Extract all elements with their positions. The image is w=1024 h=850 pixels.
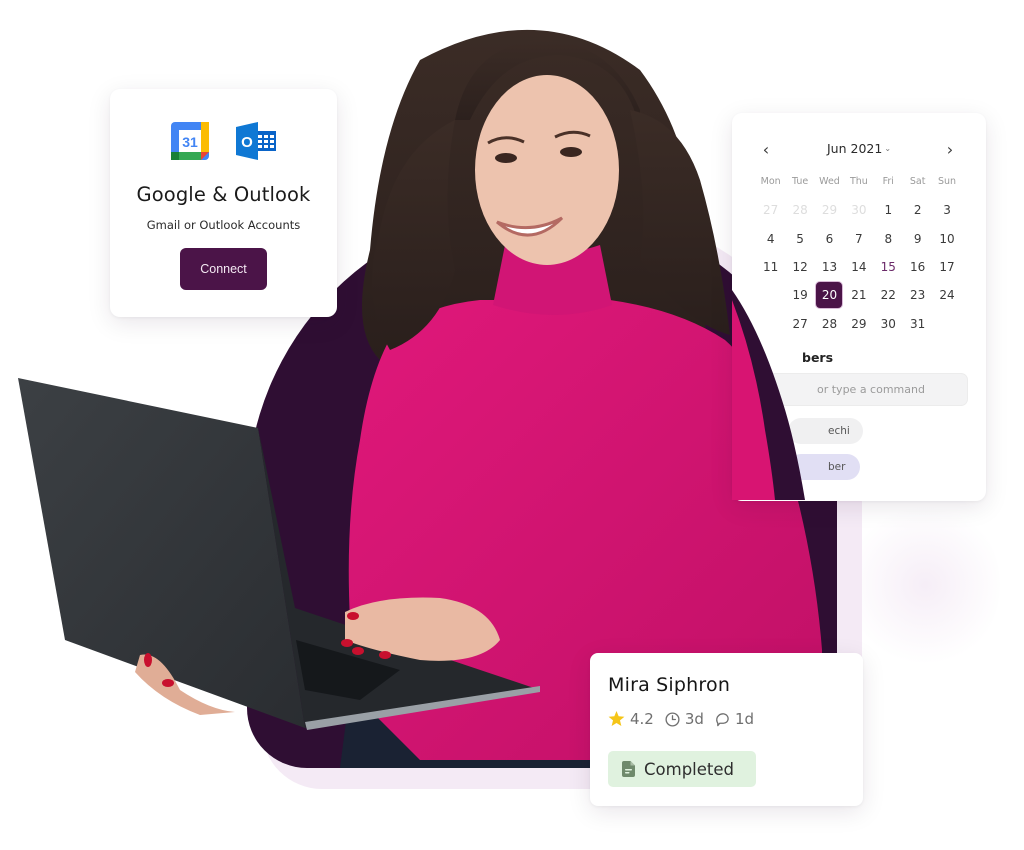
chevron-right-icon[interactable]: › bbox=[940, 139, 960, 159]
calendar-day[interactable]: 28 bbox=[815, 310, 844, 338]
chevron-down-icon: ⌄ bbox=[884, 144, 892, 153]
calendar-day[interactable]: 16 bbox=[903, 253, 932, 281]
left-hand bbox=[135, 654, 235, 715]
calendar-day[interactable]: 12 bbox=[785, 253, 814, 281]
calendar-days-grid: 2728293012345678910111213141516171819202… bbox=[756, 196, 962, 338]
calendar-day[interactable]: 3 bbox=[932, 196, 961, 224]
calendar-day[interactable]: 6 bbox=[815, 224, 844, 252]
calendar-day[interactable]: 23 bbox=[903, 281, 932, 309]
google-calendar-icon: 31 bbox=[171, 122, 209, 160]
calendar-day[interactable]: 14 bbox=[844, 253, 873, 281]
outlook-icon: O bbox=[236, 122, 276, 160]
calendar-day[interactable]: 5 bbox=[785, 224, 814, 252]
card-subtitle: Gmail or Outlook Accounts bbox=[146, 218, 301, 232]
star-icon bbox=[608, 711, 625, 727]
members-search-input[interactable]: or type a command bbox=[760, 373, 968, 406]
chat-icon bbox=[716, 712, 729, 726]
rating-stat: 4.2 bbox=[608, 710, 654, 728]
calendar-day[interactable]: 22 bbox=[874, 281, 903, 309]
weekday-label: Wed bbox=[819, 176, 840, 187]
calendar-day[interactable]: 15 bbox=[874, 253, 903, 281]
calendar-day[interactable]: 7 bbox=[844, 224, 873, 252]
calendar-day[interactable]: 30 bbox=[844, 196, 873, 224]
rating-value: 4.2 bbox=[630, 710, 654, 728]
calendar-day-selected[interactable]: 20 bbox=[815, 281, 844, 310]
month-label: Jun 2021 bbox=[826, 141, 883, 156]
profile-card[interactable]: Mira Siphron 4.2 3d 1d Completed bbox=[590, 653, 863, 806]
calendar-day[interactable]: 27 bbox=[756, 196, 785, 224]
weekday-label: Tue bbox=[791, 176, 809, 187]
calendar-day[interactable]: 11 bbox=[756, 253, 785, 281]
card-title: Google & Outlook bbox=[136, 183, 311, 206]
duration-stat: 3d bbox=[665, 710, 704, 728]
weekday-label: Fri bbox=[882, 176, 894, 187]
document-icon bbox=[622, 761, 635, 777]
members-label: bers bbox=[802, 350, 834, 365]
calendar-day[interactable]: 31 bbox=[903, 310, 932, 338]
response-stat: 1d bbox=[715, 710, 754, 728]
response-value: 1d bbox=[734, 710, 755, 728]
calendar-day[interactable]: 13 bbox=[815, 253, 844, 281]
calendar-day[interactable]: 10 bbox=[932, 224, 961, 252]
svg-text:31: 31 bbox=[182, 134, 198, 150]
calendar-day[interactable]: 29 bbox=[844, 310, 873, 338]
integration-icons: 31 O bbox=[110, 122, 337, 160]
calendar-integration-card: 31 O Google & Outlook Gmail or Outlook A… bbox=[110, 89, 337, 317]
calendar-day[interactable]: 4 bbox=[756, 224, 785, 252]
decorative-glow bbox=[850, 500, 1000, 670]
duration-value: 3d bbox=[684, 710, 704, 728]
profile-stats: 4.2 3d 1d bbox=[608, 710, 754, 728]
calendar-day[interactable]: 2 bbox=[903, 196, 932, 224]
status-label: Completed bbox=[644, 759, 734, 779]
calendar-day[interactable]: 17 bbox=[932, 253, 961, 281]
calendar-day[interactable]: 21 bbox=[844, 281, 873, 309]
status-badge[interactable]: Completed bbox=[608, 751, 756, 787]
member-chip[interactable]: ber bbox=[788, 454, 860, 480]
calendar-day[interactable]: 30 bbox=[874, 310, 903, 338]
svg-text:O: O bbox=[241, 134, 253, 151]
calendar-day[interactable]: 9 bbox=[903, 224, 932, 252]
weekday-label: Thu bbox=[849, 176, 868, 187]
profile-name: Mira Siphron bbox=[608, 674, 731, 696]
calendar-day[interactable]: 1 bbox=[874, 196, 903, 224]
connect-button[interactable]: Connect bbox=[180, 248, 267, 290]
calendar-day[interactable]: 8 bbox=[874, 224, 903, 252]
calendar-day[interactable]: 29 bbox=[815, 196, 844, 224]
calendar-day[interactable]: 19 bbox=[785, 281, 814, 309]
members-input-placeholder: or type a command bbox=[817, 383, 925, 396]
calendar-day[interactable]: 27 bbox=[785, 310, 814, 338]
calendar-header: ‹ Jun 2021 ⌄ › bbox=[732, 139, 986, 159]
weekday-label: Mon bbox=[760, 176, 781, 187]
calendar-day[interactable]: 28 bbox=[785, 196, 814, 224]
calendar-day[interactable]: 24 bbox=[932, 281, 961, 309]
member-chip[interactable]: echi bbox=[788, 418, 863, 444]
weekday-label: Sun bbox=[938, 176, 957, 187]
weekday-header-row: Mon Tue Wed Thu Fri Sat Sun bbox=[756, 176, 962, 187]
clock-icon bbox=[665, 711, 680, 727]
date-picker-card: ‹ Jun 2021 ⌄ › Mon Tue Wed Thu Fri Sat Sun 27 28… bbox=[732, 113, 986, 501]
weekday-label: Sat bbox=[909, 176, 926, 187]
